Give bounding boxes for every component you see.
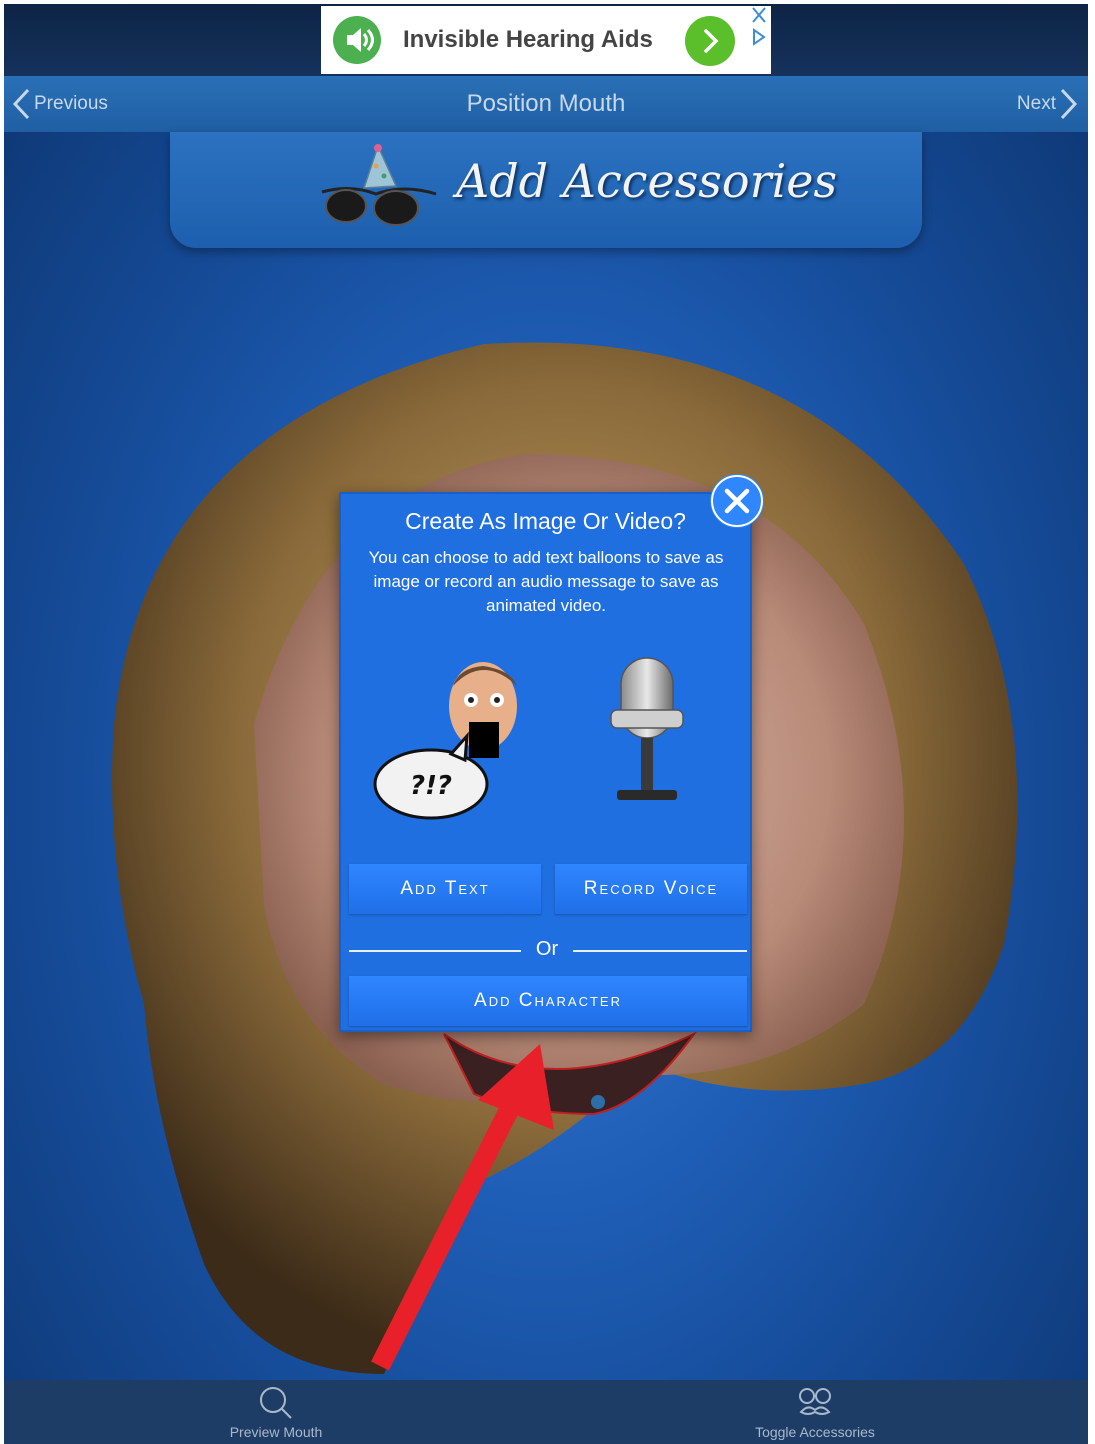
toggle-accessories-label: Toggle Accessories <box>755 1424 875 1440</box>
preview-mouth-label: Preview Mouth <box>229 1424 323 1440</box>
chevron-right-icon[interactable] <box>685 16 735 66</box>
next-button[interactable]: Next <box>1017 88 1080 120</box>
play-icon[interactable] <box>749 28 769 46</box>
microphone-icon <box>610 657 684 800</box>
next-label: Next <box>1016 93 1056 114</box>
add-text-button[interactable]: Add Text <box>349 864 541 914</box>
preview-mouth-button[interactable]: Preview Mouth <box>226 1384 326 1440</box>
ad-title: Invisible Hearing Aids <box>403 26 653 53</box>
add-character-button[interactable]: Add Character <box>349 976 747 1026</box>
ad-banner[interactable]: Invisible Hearing Aids <box>321 6 771 74</box>
bottom-toolbar: Preview Mouth Toggle Accessories <box>4 1380 1088 1444</box>
chevron-right-icon <box>1060 88 1078 120</box>
toggle-accessories-button[interactable]: Toggle Accessories <box>750 1384 880 1440</box>
create-image-or-video-dialog: Create As Image Or Video? You can choose… <box>339 492 752 1032</box>
nav-bar: Previous Position Mouth Next <box>4 76 1088 132</box>
search-icon <box>260 1387 292 1419</box>
record-voice-button[interactable]: Record Voice <box>555 864 747 914</box>
dialog-description: You can choose to add text balloons to s… <box>368 548 724 615</box>
add-accessories-button[interactable]: Add Accessories <box>170 132 922 248</box>
close-icon <box>711 475 763 527</box>
annotation-arrow-icon <box>371 1044 554 1371</box>
or-label: Or <box>535 938 559 960</box>
glasses-mustache-icon <box>799 1388 831 1415</box>
divider-right <box>573 950 747 952</box>
speaker-icon <box>333 16 381 64</box>
page-title: Position Mouth <box>466 90 626 117</box>
accessories-icon <box>321 143 437 226</box>
close-dialog-button[interactable] <box>710 474 764 528</box>
divider-left <box>349 950 521 952</box>
ad-strip: Invisible Hearing Aids <box>4 4 1088 76</box>
speech-bubble-text: ?!? <box>410 771 452 801</box>
close-icon[interactable] <box>749 6 769 24</box>
character-text-illustration: ?!? <box>373 662 517 820</box>
dialog-title: Create As Image Or Video? <box>405 508 686 534</box>
add-accessories-title: Add Accessories <box>456 154 838 208</box>
app-frame: Invisible Hearing Aids Previous Position… <box>4 4 1088 1444</box>
